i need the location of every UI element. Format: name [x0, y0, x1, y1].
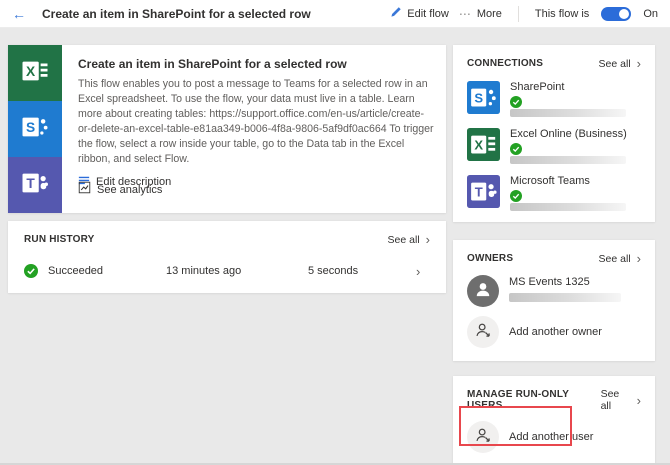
see-all-label: See all [599, 253, 631, 265]
header-actions: Edit flow ⋯ More This flow is On [390, 6, 658, 22]
connection-name: Excel Online (Business) [510, 128, 627, 140]
svg-text:X: X [26, 64, 36, 79]
connection-name: Microsoft Teams [510, 175, 626, 187]
header-divider [518, 6, 519, 22]
connection-item-teams[interactable]: T Microsoft Teams [467, 175, 641, 211]
add-user-avatar [467, 421, 499, 453]
run-duration: 5 seconds [308, 265, 416, 277]
connection-item-excel[interactable]: X Excel Online (Business) [467, 128, 641, 164]
add-owner-label: Add another owner [509, 326, 602, 338]
flow-state-prefix: This flow is [535, 8, 589, 20]
owner-item: MS Events 1325 [467, 275, 641, 307]
edit-flow-button[interactable]: Edit flow [390, 6, 449, 21]
chevron-right-icon: › [637, 57, 641, 70]
flow-summary-card: X S [8, 45, 446, 213]
page-title: Create an item in SharePoint for a selec… [42, 7, 390, 21]
run-only-users-see-all[interactable]: See all › [601, 388, 641, 412]
flow-state-value: On [643, 8, 658, 20]
owners-see-all[interactable]: See all › [599, 252, 641, 265]
add-person-icon [473, 320, 493, 345]
connection-ok-icon [510, 189, 522, 201]
teams-icon: T [467, 175, 500, 208]
person-icon [473, 279, 493, 304]
edit-flow-label: Edit flow [407, 8, 449, 20]
analytics-icon [78, 181, 91, 199]
back-arrow-icon[interactable]: ← [12, 7, 26, 21]
run-history-title: RUN HISTORY [24, 234, 95, 245]
succeeded-check-icon [24, 264, 38, 278]
run-start-time: 13 minutes ago [166, 265, 308, 277]
flow-enabled-toggle[interactable] [601, 7, 631, 21]
more-button[interactable]: ⋯ More [459, 7, 502, 21]
sharepoint-icon: S [467, 81, 500, 114]
run-history-see-all[interactable]: See all › [388, 233, 430, 246]
owners-title: OWNERS [467, 253, 513, 264]
flow-details-page: ← Create an item in SharePoint for a sel… [0, 0, 670, 465]
connection-name: SharePoint [510, 81, 626, 93]
excel-icon: X [20, 56, 50, 91]
pencil-icon [390, 6, 402, 21]
add-owner-avatar [467, 316, 499, 348]
svg-text:T: T [26, 176, 35, 191]
svg-text:S: S [474, 90, 483, 105]
add-run-only-user-label: Add another user [509, 431, 593, 443]
svg-text:S: S [26, 120, 35, 135]
flow-title: Create an item in SharePoint for a selec… [78, 57, 434, 71]
connections-title: CONNECTIONS [467, 58, 543, 69]
see-analytics-label: See analytics [97, 184, 162, 196]
owners-card: OWNERS See all › MS Events 1325 [453, 240, 655, 361]
excel-icon: X [467, 128, 500, 161]
run-status: Succeeded [48, 265, 166, 277]
flow-description: This flow enables you to post a message … [78, 77, 434, 167]
connections-card: CONNECTIONS See all › S SharePoint [453, 45, 655, 222]
see-all-label: See all [599, 58, 631, 70]
see-all-label: See all [388, 234, 420, 246]
excel-tile: X [8, 45, 62, 101]
owner-avatar [467, 275, 499, 307]
connections-see-all[interactable]: See all › [599, 57, 641, 70]
run-history-card: RUN HISTORY See all › Succeeded 13 minut… [8, 221, 446, 293]
add-owner-button[interactable]: Add another owner [467, 316, 641, 348]
run-only-users-card: MANAGE RUN-ONLY USERS See all › Add anot… [453, 376, 655, 465]
teams-tile: T [8, 157, 62, 213]
svg-text:X: X [474, 137, 483, 152]
see-all-label: See all [601, 388, 631, 412]
connection-ok-icon [510, 95, 522, 107]
see-analytics-button[interactable]: See analytics [78, 181, 162, 199]
more-label: More [477, 8, 502, 20]
redacted-account-text [510, 109, 626, 117]
chevron-right-icon: › [426, 233, 430, 246]
chevron-right-icon: › [637, 252, 641, 265]
chevron-right-icon: › [416, 264, 430, 279]
add-run-only-user-button[interactable]: Add another user [467, 421, 641, 453]
redacted-account-text [510, 156, 626, 164]
run-only-users-title: MANAGE RUN-ONLY USERS [467, 389, 601, 411]
connection-item-sharepoint[interactable]: S SharePoint [467, 81, 641, 117]
redacted-account-text [509, 293, 621, 302]
add-person-icon [473, 425, 493, 450]
chevron-right-icon: › [637, 394, 641, 407]
run-history-row[interactable]: Succeeded 13 minutes ago 5 seconds › [24, 262, 430, 280]
flow-card-content: Create an item in SharePoint for a selec… [62, 45, 450, 213]
connection-ok-icon [510, 142, 522, 154]
owner-name: MS Events 1325 [509, 276, 621, 288]
toggle-knob [619, 9, 629, 19]
sharepoint-icon: S [20, 112, 50, 147]
redacted-account-text [510, 203, 626, 211]
sharepoint-tile: S [8, 101, 62, 157]
page-header: ← Create an item in SharePoint for a sel… [0, 0, 670, 28]
app-tiles: X S [8, 45, 62, 213]
teams-icon: T [20, 168, 50, 203]
more-icon: ⋯ [459, 7, 472, 21]
svg-text:T: T [475, 184, 483, 199]
